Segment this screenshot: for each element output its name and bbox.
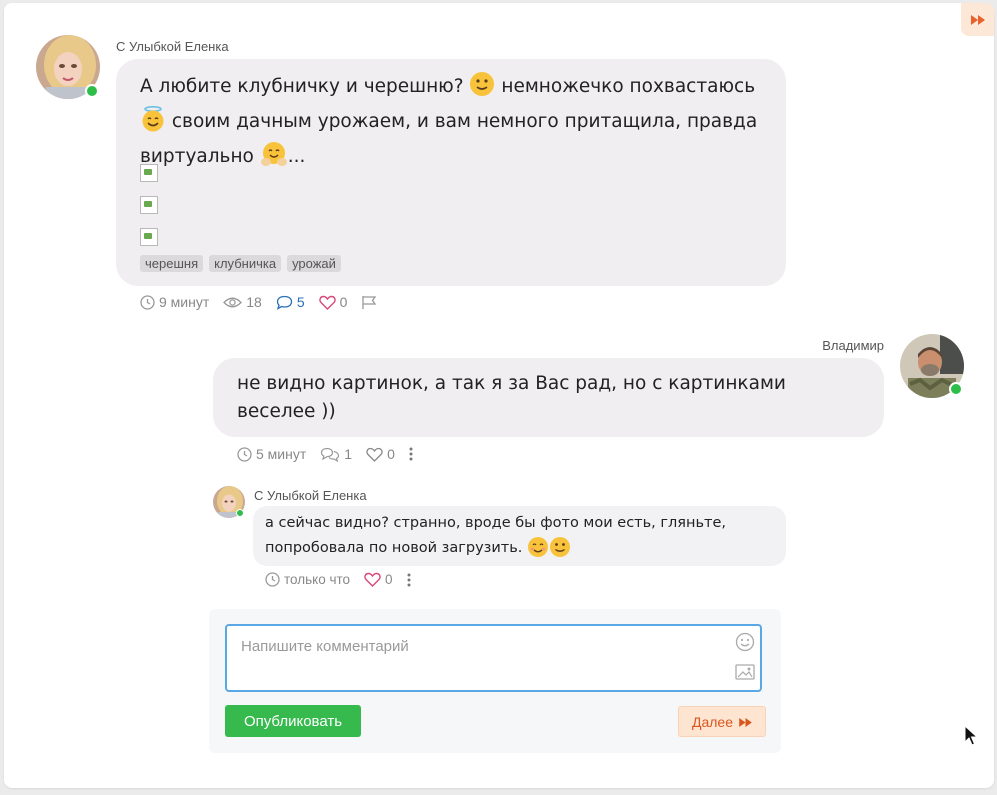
slight-smile-emoji-icon [549, 536, 571, 567]
comment-composer: Напишите комментарий Опубликовать Далее [209, 609, 781, 753]
tag[interactable]: клубничка [209, 255, 282, 272]
reply-time-text: 5 минут [256, 446, 307, 462]
comments-icon [320, 447, 340, 462]
post-text: А любите клубничку и черешню? немножечко… [140, 71, 770, 176]
flag-icon[interactable] [361, 295, 377, 310]
post-text-part: ... [287, 146, 306, 167]
reply-replies[interactable]: 1 [320, 446, 352, 462]
publish-button[interactable]: Опубликовать [225, 705, 361, 737]
post-time: 9 минут [140, 294, 209, 310]
reply-text: не видно картинок, а так я за Вас рад, н… [237, 373, 786, 422]
halo-smile-emoji-icon [140, 105, 166, 141]
reply-author[interactable]: Владимир [822, 338, 884, 353]
post-text-part: А любите клубничку и черешню? [140, 76, 464, 97]
next-button-label: Далее [691, 713, 733, 730]
post-text-part: своим дачным урожаем, и вам немного прит… [171, 111, 758, 132]
post-comments[interactable]: 5 [276, 294, 305, 310]
subreply-author[interactable]: С Улыбкой Еленка [254, 488, 367, 503]
heart-icon [318, 295, 336, 310]
more-vertical-icon[interactable] [407, 573, 411, 587]
subreply-like[interactable]: 0 [364, 572, 393, 587]
image-icon[interactable] [735, 664, 755, 684]
comment-icon [276, 295, 293, 310]
post-tags: черешня клубничка урожай [140, 255, 341, 272]
eye-icon [223, 296, 243, 309]
broken-image-icon[interactable] [140, 228, 158, 246]
subreply-time: только что [265, 572, 350, 587]
post-like[interactable]: 0 [318, 294, 348, 310]
post-views-count: 18 [246, 294, 262, 310]
slight-smile-emoji-icon [469, 71, 495, 106]
comment-input[interactable]: Напишите комментарий [225, 624, 762, 692]
smiling-blush-emoji-icon [527, 536, 549, 567]
tag[interactable]: урожай [287, 255, 341, 272]
post-meta: 9 минут 18 5 0 [140, 294, 391, 310]
post-likes-count: 0 [339, 294, 348, 310]
post-time-text: 9 минут [159, 294, 210, 310]
post-text-part: немножечко похвастаюсь [501, 76, 756, 97]
broken-image-icon[interactable] [140, 196, 158, 214]
reply-bubble: не видно картинок, а так я за Вас рад, н… [213, 358, 884, 437]
post-comments-count: 5 [296, 294, 305, 310]
subreply-meta: только что 0 [265, 572, 425, 587]
reply-like[interactable]: 0 [366, 446, 395, 462]
heart-icon [366, 447, 383, 462]
post-author[interactable]: С Улыбкой Еленка [116, 39, 229, 54]
fast-forward-icon[interactable] [961, 3, 994, 36]
hugging-emoji-icon [260, 141, 288, 176]
clock-icon [265, 572, 280, 587]
online-indicator [949, 382, 963, 396]
mouse-cursor-icon [964, 724, 979, 751]
subreply-bubble: а сейчас видно? странно, вроде бы фото м… [253, 506, 786, 566]
subreply-likes-count: 0 [385, 572, 393, 587]
more-vertical-icon[interactable] [409, 447, 413, 461]
online-indicator [85, 84, 99, 98]
online-indicator [236, 509, 244, 517]
next-button[interactable]: Далее [678, 706, 766, 737]
fast-forward-icon [739, 714, 752, 730]
subreply-time-text: только что [284, 572, 351, 587]
reply-time: 5 минут [237, 446, 306, 462]
reply-replies-count: 1 [344, 446, 353, 462]
post-views: 18 [223, 294, 262, 310]
reply-likes-count: 0 [387, 446, 395, 462]
tag[interactable]: черешня [140, 255, 204, 272]
broken-image-icon[interactable] [140, 164, 158, 182]
subreply-text-content: а сейчас видно? странно, вроде бы фото м… [265, 515, 726, 556]
clock-icon [237, 446, 252, 462]
post-images [140, 164, 158, 260]
subreply-text: а сейчас видно? странно, вроде бы фото м… [265, 511, 765, 567]
post-bubble: А любите клубничку и черешню? немножечко… [116, 59, 786, 286]
reply-meta: 5 минут 1 0 [237, 446, 427, 462]
clock-icon [140, 294, 155, 310]
smiley-icon[interactable] [735, 632, 755, 656]
comment-placeholder: Напишите комментарий [241, 638, 409, 655]
heart-icon [364, 572, 381, 587]
